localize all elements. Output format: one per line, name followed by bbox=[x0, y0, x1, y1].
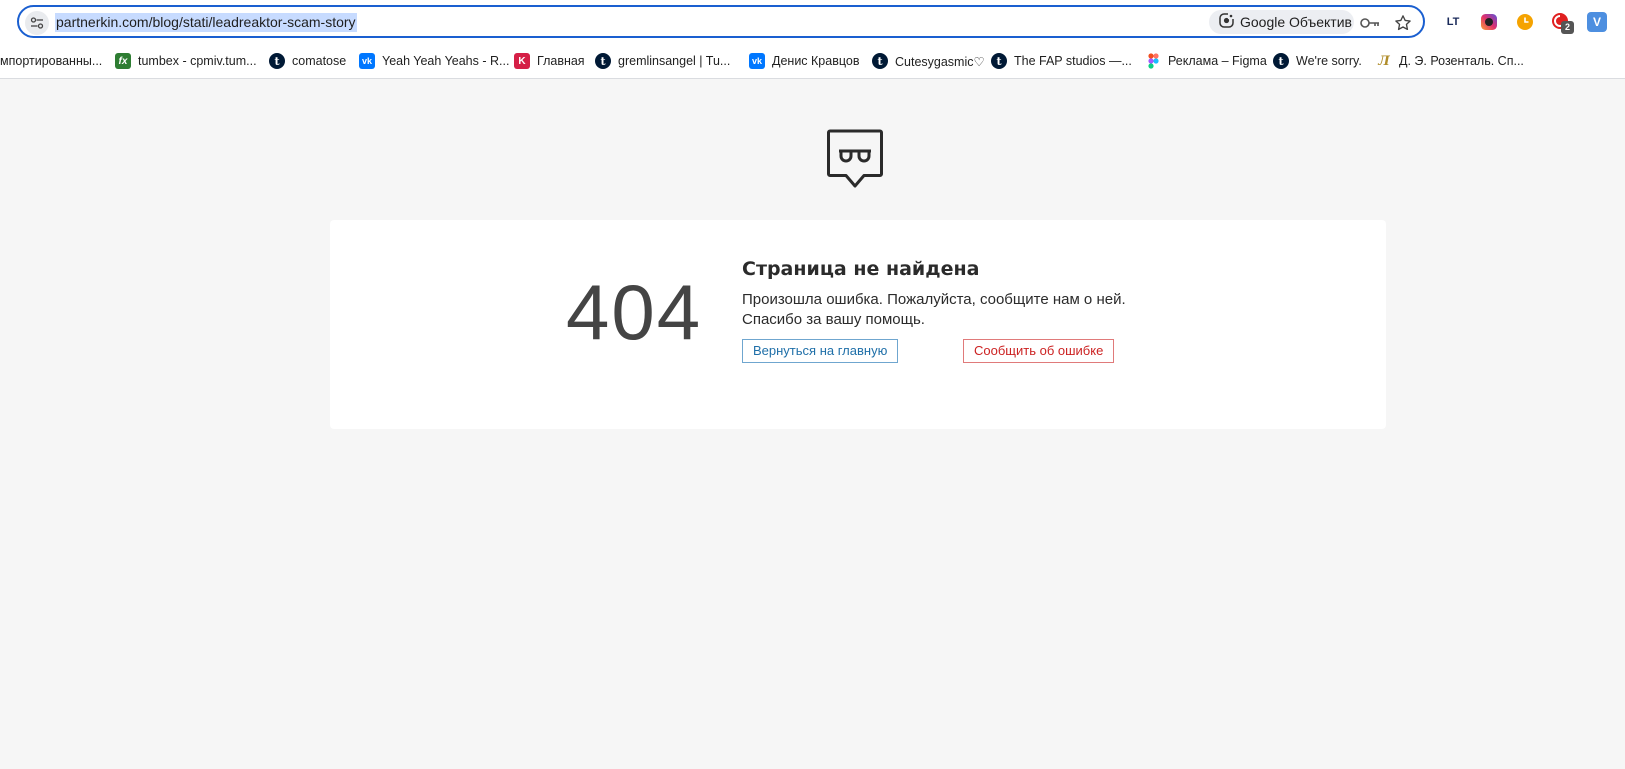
figma-icon bbox=[1145, 53, 1161, 69]
browser-toolbar: partnerkin.com/blog/stati/leadreaktor-sc… bbox=[0, 0, 1625, 44]
vk-icon: vk bbox=[359, 53, 375, 69]
bookmark-tumbex[interactable]: fx tumbex - cpmiv.tum... bbox=[115, 44, 257, 78]
tumblr-icon: t bbox=[991, 53, 1007, 69]
bookmark-label: comatose bbox=[292, 54, 347, 68]
report-error-button[interactable]: Сообщить об ошибке bbox=[963, 339, 1115, 363]
bookmarks-bar: мпортированны... fx tumbex - cpmiv.tum..… bbox=[0, 44, 1625, 79]
rozental-icon: Л bbox=[1378, 53, 1390, 69]
kinopoisk-icon: K bbox=[514, 53, 530, 69]
tumblr-icon: t bbox=[595, 53, 611, 69]
vk-icon: vk bbox=[749, 53, 765, 69]
bookmark-gremlinsangel[interactable]: t gremlinsangel | Tu... bbox=[595, 44, 730, 78]
bookmark-label: tumbex - cpmiv.tum... bbox=[138, 54, 257, 68]
error-title: Страница не найдена bbox=[742, 258, 980, 280]
site-info-icon[interactable] bbox=[25, 11, 49, 35]
url-text[interactable]: partnerkin.com/blog/stati/leadreaktor-sc… bbox=[55, 13, 357, 32]
bookmark-label: Д. Э. Розенталь. Сп... bbox=[1399, 54, 1524, 68]
error-message-line-2: Спасибо за вашу помощь. bbox=[742, 311, 925, 328]
bookmark-label: We're sorry. bbox=[1296, 54, 1362, 68]
bookmark-fap-studios[interactable]: t The FAP studios —... bbox=[991, 44, 1132, 78]
address-bar[interactable]: partnerkin.com/blog/stati/leadreaktor-sc… bbox=[17, 5, 1425, 38]
error-message: Произошла ошибка. Пожалуйста, сообщите н… bbox=[742, 290, 1162, 330]
bookmark-rozental[interactable]: Л Д. Э. Розенталь. Сп... bbox=[1376, 44, 1524, 78]
bookmark-imported[interactable]: мпортированны... bbox=[0, 44, 102, 78]
extension-badge: 2 bbox=[1561, 21, 1574, 34]
bookmark-denis-kravtsov[interactable]: vk Денис Кравцов bbox=[749, 44, 859, 78]
lt-extension-icon[interactable]: LT bbox=[1443, 12, 1463, 32]
bookmark-glavnaya[interactable]: K Главная bbox=[514, 44, 585, 78]
tumblr-icon: t bbox=[1273, 53, 1289, 69]
bookmark-label: Главная bbox=[537, 54, 585, 68]
lens-label: Google Объектив bbox=[1240, 14, 1352, 30]
error-card: 404 Страница не найдена Произошла ошибка… bbox=[330, 220, 1386, 429]
bookmark-label: Yeah Yeah Yeahs - R... bbox=[382, 54, 510, 68]
google-lens-button[interactable]: Google Объектив bbox=[1209, 10, 1354, 34]
bookmark-comatose[interactable]: t comatose bbox=[269, 44, 346, 78]
tumblr-icon: t bbox=[872, 53, 888, 69]
bookmark-figma[interactable]: Реклама – Figma bbox=[1145, 44, 1267, 78]
v-extension-icon[interactable]: V bbox=[1587, 12, 1607, 32]
tumblr-icon: t bbox=[269, 53, 285, 69]
bookmark-label: The FAP studios —... bbox=[1014, 54, 1132, 68]
timer-extension-icon[interactable] bbox=[1515, 12, 1535, 32]
bookmark-star-icon[interactable] bbox=[1393, 13, 1413, 33]
bookmark-label: Реклама – Figma bbox=[1168, 54, 1267, 68]
instagram-extension-icon[interactable] bbox=[1479, 12, 1499, 32]
bookmark-label: gremlinsangel | Tu... bbox=[618, 54, 731, 68]
red-extension-icon[interactable]: 2 bbox=[1551, 12, 1574, 34]
bookmark-label: мпортированны... bbox=[0, 54, 103, 68]
fx-icon: fx bbox=[115, 53, 131, 69]
back-to-home-button[interactable]: Вернуться на главную bbox=[742, 339, 899, 363]
bookmark-label: Денис Кравцов bbox=[772, 54, 860, 68]
error-message-line-1: Произошла ошибка. Пожалуйста, сообщите н… bbox=[742, 291, 1126, 308]
bookmark-yeah-yeah-yeahs[interactable]: vk Yeah Yeah Yeahs - R... bbox=[359, 44, 509, 78]
error-code: 404 bbox=[566, 268, 703, 356]
bookmark-cutesygasmic[interactable]: t Cutesygasmic♡ bbox=[872, 44, 985, 78]
site-logo-icon[interactable] bbox=[826, 128, 884, 190]
password-key-icon[interactable] bbox=[1360, 13, 1380, 33]
bookmark-label: Cutesygasmic♡ bbox=[895, 54, 985, 69]
lens-icon bbox=[1219, 13, 1234, 31]
bookmark-were-sorry[interactable]: t We're sorry. bbox=[1273, 44, 1362, 78]
